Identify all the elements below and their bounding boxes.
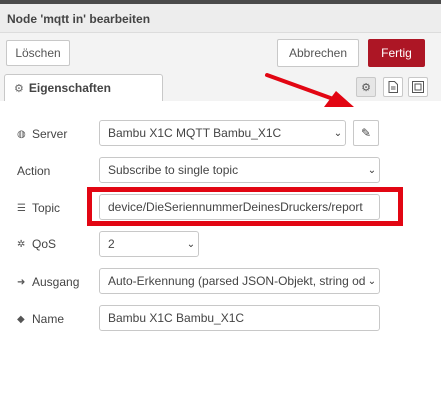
annotation-arrow [265, 73, 354, 107]
